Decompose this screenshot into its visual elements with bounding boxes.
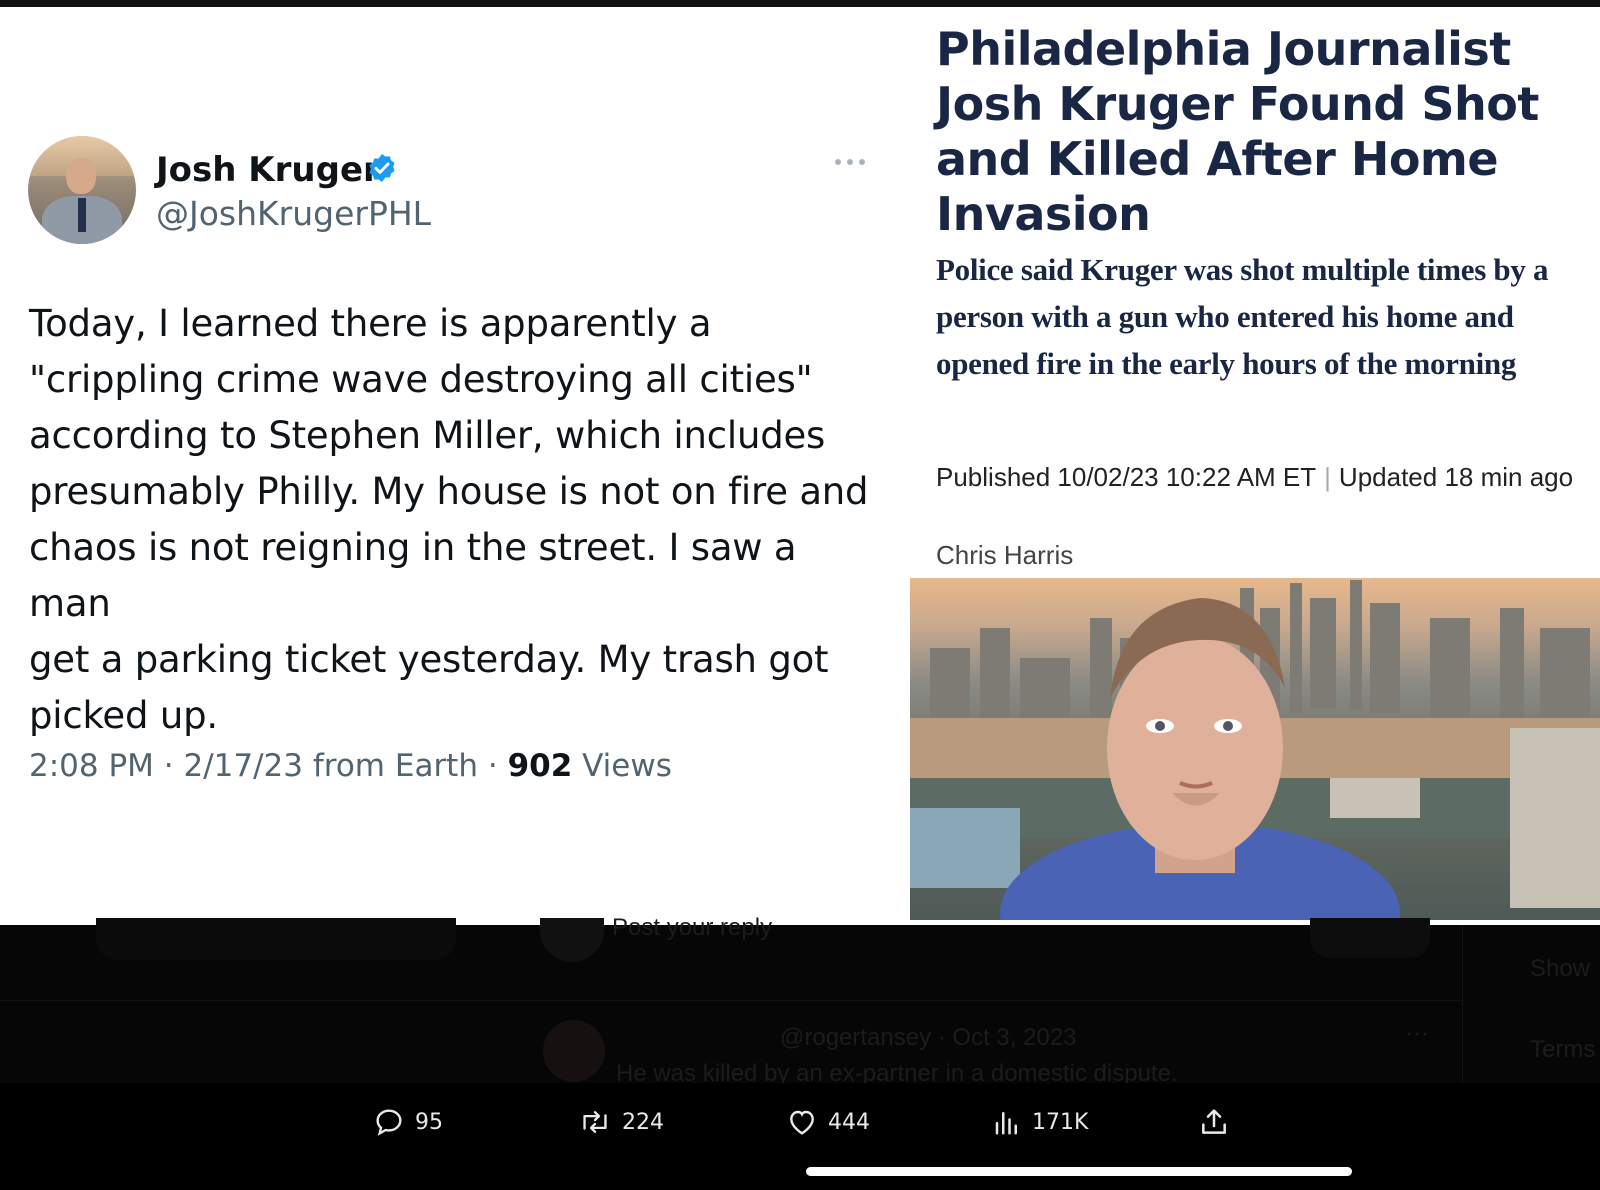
column-divider — [1462, 925, 1463, 1083]
home-indicator[interactable] — [806, 1167, 1352, 1176]
like-action[interactable]: 444 — [786, 1105, 870, 1139]
published-date: Published 10/02/23 10:22 AM ET — [936, 462, 1317, 492]
share-icon — [1202, 1109, 1226, 1134]
tweet-time[interactable]: 2:08 PM — [29, 748, 154, 784]
side-text-terms[interactable]: Terms — [1530, 1036, 1595, 1064]
reply-button-ghost[interactable] — [1310, 918, 1430, 958]
verified-badge-icon — [369, 154, 395, 182]
like-count: 444 — [828, 1109, 870, 1135]
article-dateline: Published 10/02/23 10:22 AM ET | Updated 1… — [936, 462, 1574, 492]
article-subhead: Police said Kruger was shot multiple tim… — [936, 252, 1549, 381]
updated-time: Updated 18 min ago — [1338, 462, 1574, 492]
repost-action[interactable]: 224 — [578, 1105, 664, 1139]
analytics-icon — [995, 1112, 1017, 1135]
article-headline: Philadelphia Journalist Josh Kruger Foun… — [936, 22, 1539, 241]
views-action[interactable]: 171K — [992, 1105, 1088, 1139]
heart-icon — [790, 1110, 814, 1135]
top-status-strip — [0, 0, 1600, 7]
reply-action[interactable]: 95 — [373, 1105, 443, 1139]
reply-divider — [0, 1000, 1462, 1001]
more-options-icon[interactable] — [830, 154, 870, 170]
reply-author-handle[interactable]: @rogertansey · Oct 3, 2023 — [780, 1024, 1077, 1052]
tweet-meta: 2:08 PM · 2/17/23 from Earth · 902 Views — [29, 748, 672, 784]
share-action[interactable] — [1198, 1105, 1240, 1139]
views-label: Views — [582, 748, 672, 784]
reply-count: 95 — [415, 1109, 443, 1135]
user-handle[interactable]: @JoshKrugerPHL — [156, 194, 431, 233]
article-photo — [910, 578, 1600, 920]
tweet-date[interactable]: 2/17/23 — [183, 748, 303, 784]
article-author[interactable]: Chris Harris — [936, 540, 1073, 571]
reply-more-icon[interactable]: ··· — [1405, 1020, 1429, 1048]
reply-icon — [376, 1109, 402, 1136]
views-action-count: 171K — [1032, 1109, 1089, 1135]
tweet-text: Today, I learned there is apparently a "… — [29, 302, 869, 737]
repost-count: 224 — [622, 1109, 664, 1135]
tweet-source: from Earth — [312, 748, 478, 784]
views-count: 902 — [507, 748, 573, 784]
avatar[interactable] — [28, 136, 136, 244]
side-text-show[interactable]: Show — [1530, 955, 1590, 983]
reply-input-placeholder[interactable]: Post your reply — [612, 914, 772, 942]
repost-icon — [583, 1111, 607, 1133]
reply-author-avatar[interactable] — [543, 1020, 605, 1082]
post-button-ghost[interactable] — [96, 918, 456, 960]
display-name[interactable]: Josh Kruger — [156, 150, 380, 190]
